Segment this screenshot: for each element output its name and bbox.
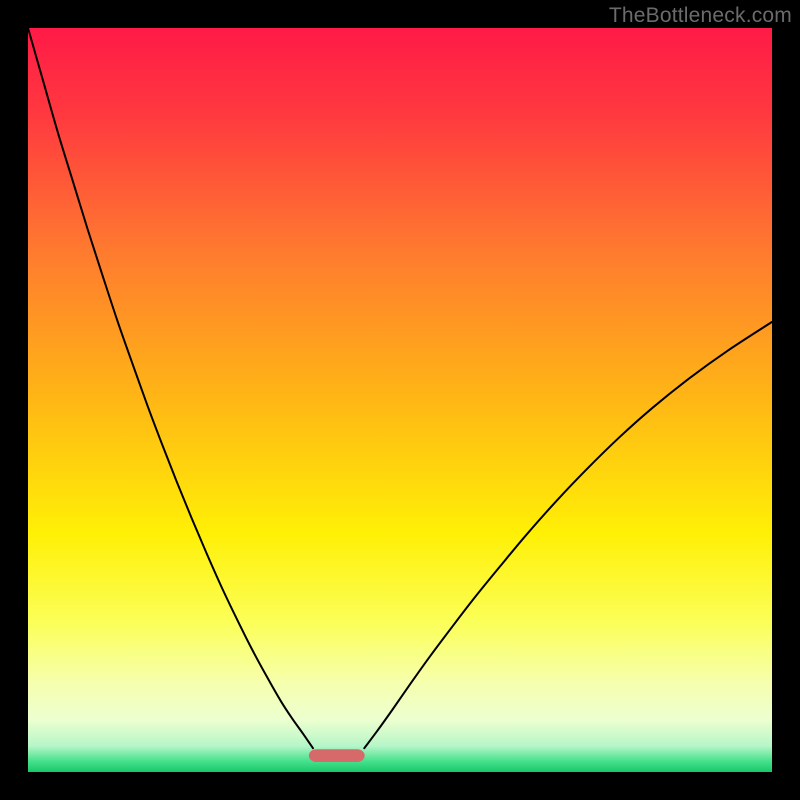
chart-frame [28, 28, 772, 772]
optimal-marker [309, 749, 365, 762]
bottleneck-chart [28, 28, 772, 772]
watermark-text: TheBottleneck.com [609, 4, 792, 28]
